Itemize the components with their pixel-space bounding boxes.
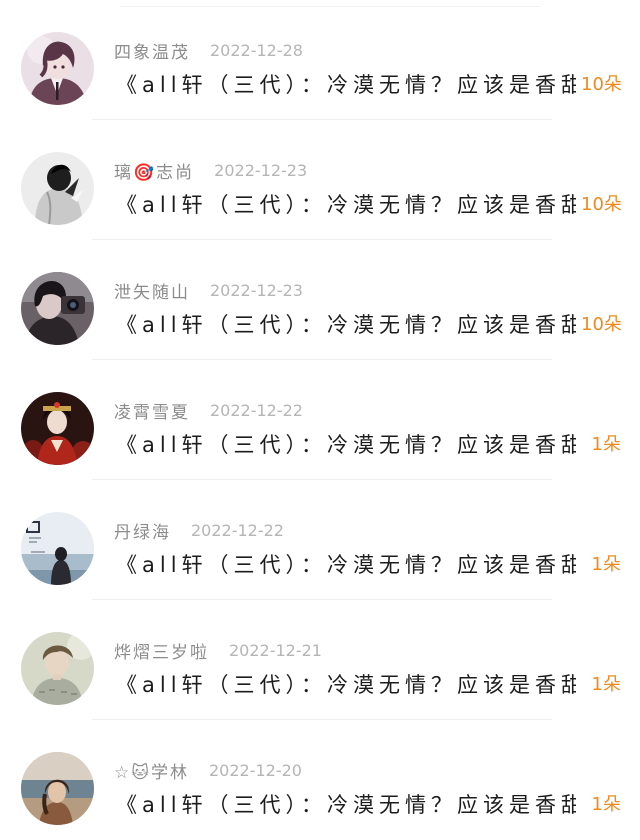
entry-date: 2022-12-20 xyxy=(208,760,302,780)
avatar[interactable] xyxy=(21,632,94,705)
entry-title[interactable]: 《all轩（三代）：冷漠无情？应该是香甜… xyxy=(116,308,576,342)
young-man-avatar-icon xyxy=(21,632,94,705)
black-white-portrait-avatar-icon xyxy=(21,152,94,225)
username[interactable]: 烨熠三岁啦 xyxy=(114,638,209,663)
entry-title[interactable]: 《all轩（三代）：冷漠无情？应该是香甜… xyxy=(116,548,576,582)
entry-title[interactable]: 《all轩（三代）：冷漠无情？应该是香甜… xyxy=(116,68,576,102)
avatar[interactable] xyxy=(21,272,94,345)
flower-count: 1朵 xyxy=(591,434,621,455)
avatar[interactable] xyxy=(21,752,94,825)
beach-girl-avatar-icon xyxy=(21,752,94,825)
seaside-girl-avatar-icon xyxy=(21,512,94,585)
entry-date: 2022-12-23 xyxy=(210,280,303,300)
avatar[interactable] xyxy=(21,512,94,585)
avatar[interactable] xyxy=(21,392,94,465)
entry-date: 2022-12-22 xyxy=(210,400,303,420)
list-item[interactable]: ☆🐱学林 2022-12-20 《all轩（三代）：冷漠无情？应该是香甜… 1朵 xyxy=(0,720,640,840)
entry-meta: 凌霄雪夏 2022-12-22 xyxy=(114,398,303,423)
flower-count: 10朵 xyxy=(581,74,622,95)
list-item[interactable]: 泄矢随山 2022-12-23 《all轩（三代）：冷漠无情？应该是香甜… 10… xyxy=(0,240,640,360)
list-item[interactable]: 璃🎯志尚 2022-12-23 《all轩（三代）：冷漠无情？应该是香甜… 10… xyxy=(0,120,640,240)
entry-title[interactable]: 《all轩（三代）：冷漠无情？应该是香甜… xyxy=(116,188,576,222)
flower-count: 10朵 xyxy=(581,194,622,215)
red-costume-avatar-icon xyxy=(21,392,94,465)
avatar[interactable] xyxy=(21,32,94,105)
entry-meta: 璃🎯志尚 2022-12-23 xyxy=(114,158,308,183)
avatar[interactable] xyxy=(21,152,94,225)
flower-count: 1朵 xyxy=(591,794,621,815)
list-item[interactable]: 凌霄雪夏 2022-12-22 《all轩（三代）：冷漠无情？应该是香甜… 1朵 xyxy=(0,360,640,480)
username[interactable]: 璃🎯志尚 xyxy=(114,158,194,183)
list-item[interactable]: 四象温茂 2022-12-28 《all轩（三代）：冷漠无情？应该是香甜… 10… xyxy=(0,0,640,120)
entry-meta: 泄矢随山 2022-12-23 xyxy=(114,278,303,303)
entry-date: 2022-12-21 xyxy=(229,640,322,660)
list-item[interactable]: 丹绿海 2022-12-22 《all轩（三代）：冷漠无情？应该是香甜… 1朵 xyxy=(0,480,640,600)
username[interactable]: ☆🐱学林 xyxy=(114,758,189,783)
entry-meta: 丹绿海 2022-12-22 xyxy=(114,518,284,543)
username[interactable]: 凌霄雪夏 xyxy=(114,398,190,423)
entry-title[interactable]: 《all轩（三代）：冷漠无情？应该是香甜… xyxy=(116,668,576,702)
username[interactable]: 泄矢随山 xyxy=(114,278,190,303)
entry-date: 2022-12-28 xyxy=(210,40,303,60)
list-item[interactable]: 烨熠三岁啦 2022-12-21 《all轩（三代）：冷漠无情？应该是香甜… 1… xyxy=(0,600,640,720)
entry-date: 2022-12-23 xyxy=(214,160,308,180)
entry-title[interactable]: 《all轩（三代）：冷漠无情？应该是香甜… xyxy=(116,788,576,822)
entry-meta: 四象温茂 2022-12-28 xyxy=(114,38,303,63)
entry-date: 2022-12-22 xyxy=(191,520,284,540)
entry-meta: 烨熠三岁啦 2022-12-21 xyxy=(114,638,322,663)
username[interactable]: 四象温茂 xyxy=(114,38,190,63)
flower-count: 1朵 xyxy=(591,674,621,695)
camera-girl-avatar-icon xyxy=(21,272,94,345)
anime-boy-avatar-icon xyxy=(21,32,94,105)
flower-count: 10朵 xyxy=(581,314,622,335)
gift-record-list: 四象温茂 2022-12-28 《all轩（三代）：冷漠无情？应该是香甜… 10… xyxy=(0,0,640,839)
flower-count: 1朵 xyxy=(591,554,621,575)
entry-meta: ☆🐱学林 2022-12-20 xyxy=(114,758,302,783)
entry-title[interactable]: 《all轩（三代）：冷漠无情？应该是香甜… xyxy=(116,428,576,462)
username[interactable]: 丹绿海 xyxy=(114,518,171,543)
